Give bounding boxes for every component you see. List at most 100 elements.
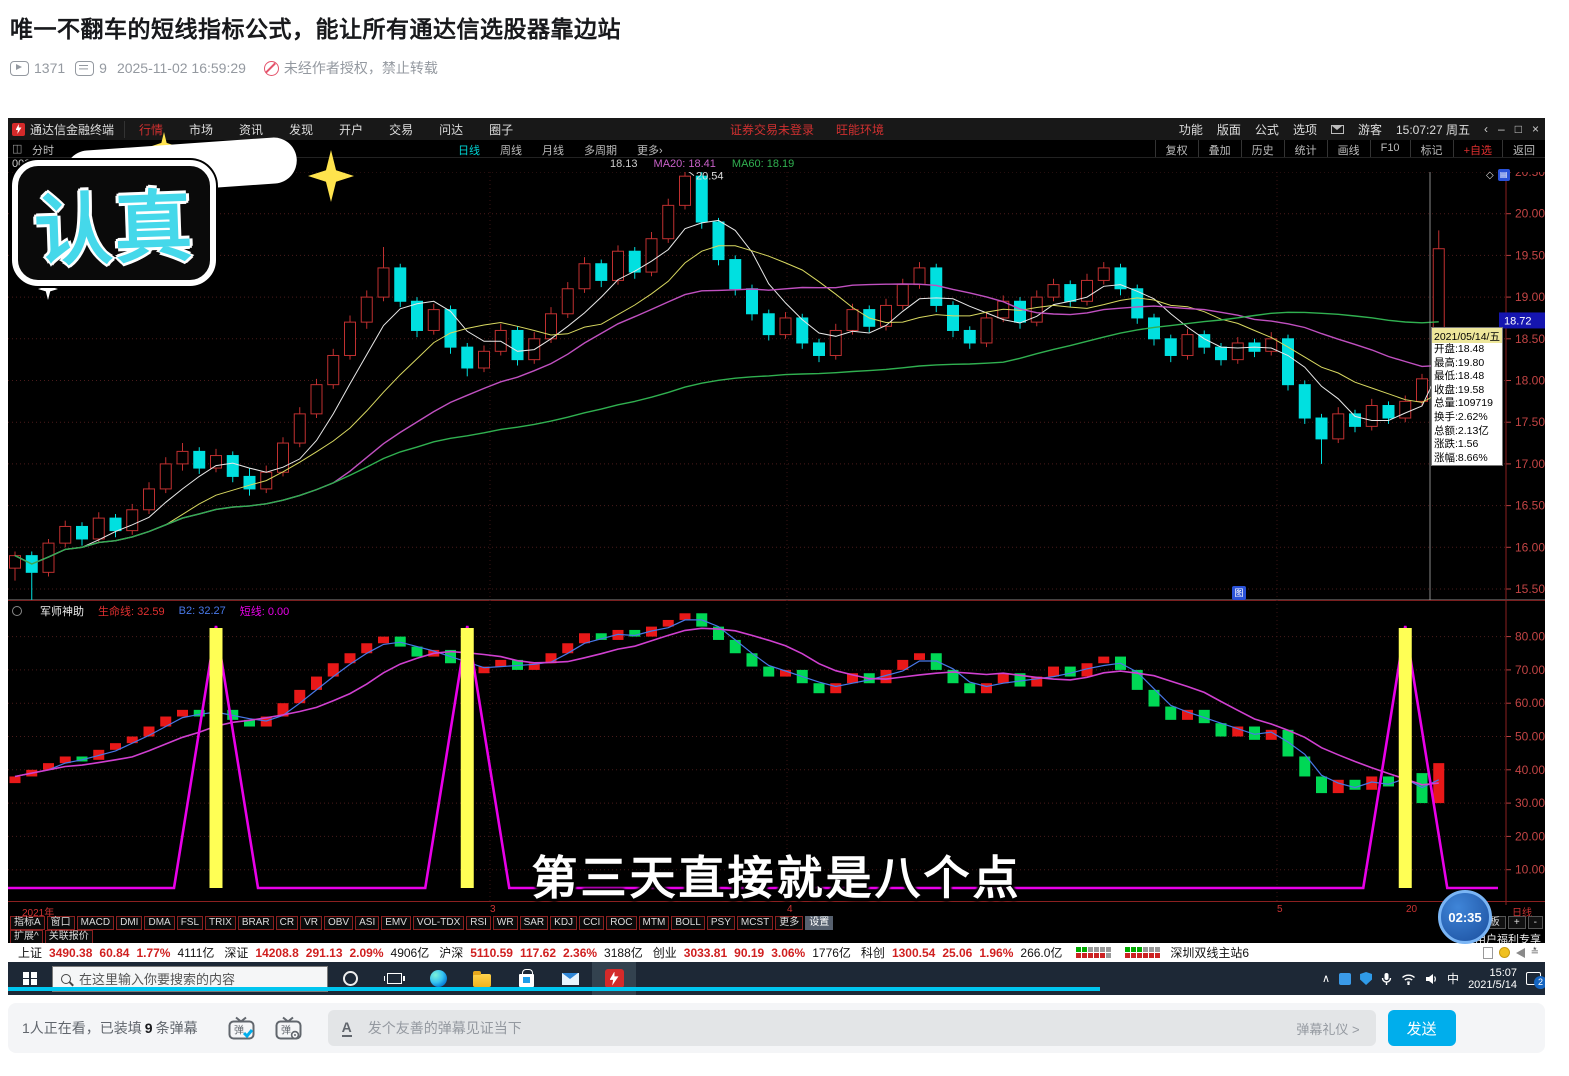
- danmaku-etiquette-link[interactable]: 弹幕礼仪 >: [1296, 1019, 1359, 1038]
- taskbar-clock[interactable]: 15:072021/5/14: [1468, 967, 1517, 991]
- indicator-tab[interactable]: DMA: [144, 916, 174, 930]
- indicator-tab[interactable]: DMI: [116, 916, 142, 930]
- danmaku-toggle-icon[interactable]: 弹: [228, 1016, 255, 1041]
- chart-tool-button[interactable]: 历史: [1241, 140, 1284, 157]
- indicator-tab[interactable]: BRAR: [238, 916, 274, 930]
- indicator-tab[interactable]: TRIX: [205, 916, 236, 930]
- mail-icon[interactable]: [1331, 125, 1344, 134]
- indicator-tab[interactable]: SAR: [520, 916, 549, 930]
- indicator-tab[interactable]: PSY: [707, 916, 735, 930]
- action-center-icon[interactable]: 2: [1526, 972, 1541, 985]
- index-quote[interactable]: 创业3033.8190.193.06%1776亿: [653, 944, 851, 961]
- period-tab[interactable]: 更多›: [637, 142, 663, 158]
- indicator-tab[interactable]: ASI: [355, 916, 379, 930]
- indicator-tab[interactable]: OBV: [324, 916, 353, 930]
- server-name[interactable]: 深圳双线主站6: [1170, 944, 1249, 961]
- indicator-tab[interactable]: WR: [493, 916, 518, 930]
- indicator-tab[interactable]: ROC: [606, 916, 636, 930]
- chart-corner-icons[interactable]: ◇ ▤: [1486, 169, 1510, 181]
- user-label[interactable]: 游客: [1358, 121, 1382, 138]
- window-control-icon[interactable]: ×: [1532, 122, 1539, 136]
- menu-item[interactable]: 功能: [1179, 121, 1203, 138]
- video-player[interactable]: 通达信金融终端 行情市场资讯发现开户交易问达圈子 证券交易未登录 旺能环境 功能…: [8, 118, 1545, 995]
- index-quote[interactable]: 科创1300.5425.061.96%266.0亿: [861, 944, 1063, 961]
- indicator-tab[interactable]: MCST: [737, 916, 773, 930]
- chart-tool-button[interactable]: 叠加: [1198, 140, 1241, 157]
- indicator-tab[interactable]: 设置: [805, 916, 833, 930]
- chart-tool-button[interactable]: 画线: [1327, 140, 1370, 157]
- expand-tab-bar: 扩展^关联报价: [10, 930, 93, 944]
- indicator-tab[interactable]: 窗口: [47, 916, 75, 930]
- text-style-icon[interactable]: A: [342, 1020, 352, 1037]
- indicator-tab[interactable]: KDJ: [550, 916, 577, 930]
- document-icon[interactable]: [1483, 947, 1493, 959]
- danmaku-input[interactable]: A 发个友善的弹幕见证当下 弹幕礼仪 >: [328, 1010, 1376, 1046]
- indicator-tab[interactable]: EMV: [381, 916, 411, 930]
- indicator-tab[interactable]: RSI: [466, 916, 491, 930]
- window-control-icon[interactable]: □: [1515, 122, 1522, 136]
- indicator-tab[interactable]: MTM: [639, 916, 670, 930]
- index-quote[interactable]: 深证14208.8291.132.09%4906亿: [224, 944, 429, 961]
- template-control[interactable]: +: [1508, 916, 1526, 929]
- announcement-icon[interactable]: [1516, 948, 1525, 958]
- no-reprint-icon: [264, 61, 279, 76]
- window-control-icon[interactable]: –: [1498, 122, 1505, 136]
- no-reprint-notice: 未经作者授权，禁止转载: [264, 58, 438, 78]
- chart-tool-button[interactable]: 统计: [1284, 140, 1327, 157]
- svg-text:19.00: 19.00: [1515, 290, 1545, 304]
- microphone-icon[interactable]: [1381, 972, 1392, 986]
- window-controls[interactable]: ‹–□ ×: [1484, 122, 1539, 136]
- chart-tool-button[interactable]: 复权: [1155, 140, 1198, 157]
- index-quote[interactable]: 沪深5110.59117.622.36%3188亿: [439, 944, 643, 961]
- menu-item[interactable]: 问达: [439, 121, 463, 138]
- chart-tool-button[interactable]: F10: [1370, 140, 1410, 157]
- menu-item[interactable]: 版面: [1217, 121, 1241, 138]
- menu-item[interactable]: 交易: [389, 121, 413, 138]
- period-tab[interactable]: 日线: [458, 142, 480, 158]
- svg-text:20.50: 20.50: [1515, 172, 1545, 179]
- indicator-tab[interactable]: VR: [300, 916, 322, 930]
- indicator-tab[interactable]: MACD: [77, 916, 114, 930]
- indicator-collapse-icon[interactable]: [12, 606, 22, 616]
- expand-tab[interactable]: 关联报价: [45, 930, 93, 944]
- danmaku-bar: 1人正在看，已装填9条弹幕 弹 弹 A 发个友善的弹幕见证当下 弹幕礼仪 > 发…: [8, 1003, 1545, 1053]
- video-meta: 1371 9 2025-11-02 16:59:29 未经作者授权，禁止转载: [10, 58, 1510, 78]
- video-progress-bar[interactable]: [8, 987, 1100, 991]
- indicator-tab[interactable]: 更多: [775, 916, 803, 930]
- period-tab[interactable]: 多周期: [584, 142, 617, 158]
- indicator-name[interactable]: 军师神助: [40, 603, 84, 619]
- user-mini-icon[interactable]: ≛: [1531, 947, 1539, 958]
- usb-icon[interactable]: [1339, 973, 1351, 985]
- ime-indicator[interactable]: 中: [1447, 970, 1459, 987]
- menu-item[interactable]: 选项: [1293, 121, 1317, 138]
- chart-badge-icon[interactable]: 图: [1232, 586, 1246, 600]
- template-control[interactable]: -: [1528, 916, 1543, 929]
- chart-tool-button[interactable]: 返回: [1502, 140, 1545, 157]
- view-count: 1371: [10, 60, 65, 76]
- indicator-tab[interactable]: FSL: [177, 916, 203, 930]
- indicator-tab[interactable]: 指标A: [10, 916, 45, 930]
- speaker-icon[interactable]: [1425, 973, 1438, 985]
- indicator-tab[interactable]: CR: [276, 916, 298, 930]
- indicator-tab[interactable]: BOLL: [671, 916, 705, 930]
- svg-text:60.00: 60.00: [1515, 696, 1545, 710]
- menu-item[interactable]: 圈子: [489, 121, 513, 138]
- wifi-icon[interactable]: [1401, 973, 1416, 985]
- coin-icon[interactable]: [1499, 947, 1510, 958]
- chart-tool-button[interactable]: 标记: [1410, 140, 1453, 157]
- tray-expand-icon[interactable]: ∧: [1322, 972, 1330, 985]
- period-tab[interactable]: 周线: [500, 142, 522, 158]
- period-tab[interactable]: 月线: [542, 142, 564, 158]
- indicator-tab[interactable]: VOL-TDX: [413, 916, 464, 930]
- menu-item[interactable]: 公式: [1255, 121, 1279, 138]
- login-status[interactable]: 证券交易未登录: [730, 121, 814, 138]
- security-shield-icon[interactable]: [1360, 972, 1372, 985]
- window-control-icon[interactable]: ‹: [1484, 122, 1488, 136]
- expand-tab[interactable]: 扩展^: [10, 930, 43, 944]
- indicator-tab[interactable]: CCI: [579, 916, 604, 930]
- send-danmaku-button[interactable]: 发送: [1388, 1010, 1456, 1046]
- danmaku-settings-icon[interactable]: 弹: [275, 1016, 302, 1041]
- mail-app-icon: [562, 973, 579, 985]
- chart-tool-button[interactable]: +自选: [1453, 140, 1502, 157]
- index-quote[interactable]: 上证3490.3860.841.77%4111亿: [18, 944, 214, 961]
